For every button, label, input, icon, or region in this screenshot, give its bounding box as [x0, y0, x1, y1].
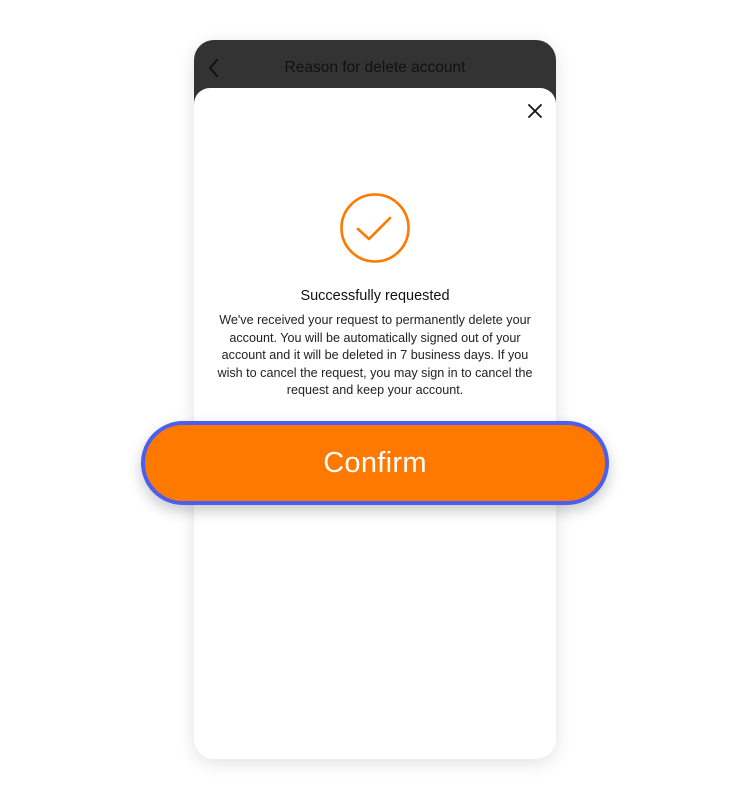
confirm-button[interactable]: Confirm: [141, 421, 609, 505]
dialog-message: We've received your request to permanent…: [217, 313, 533, 397]
dialog-title: Successfully requested: [300, 288, 450, 304]
check-circle-icon: [339, 192, 411, 264]
screen: Reason for delete account Successfully r…: [0, 0, 750, 800]
page-title: Reason for delete account: [284, 59, 466, 76]
phone-frame: Reason for delete account Successfully r…: [194, 40, 556, 759]
close-icon[interactable]: [524, 100, 546, 122]
